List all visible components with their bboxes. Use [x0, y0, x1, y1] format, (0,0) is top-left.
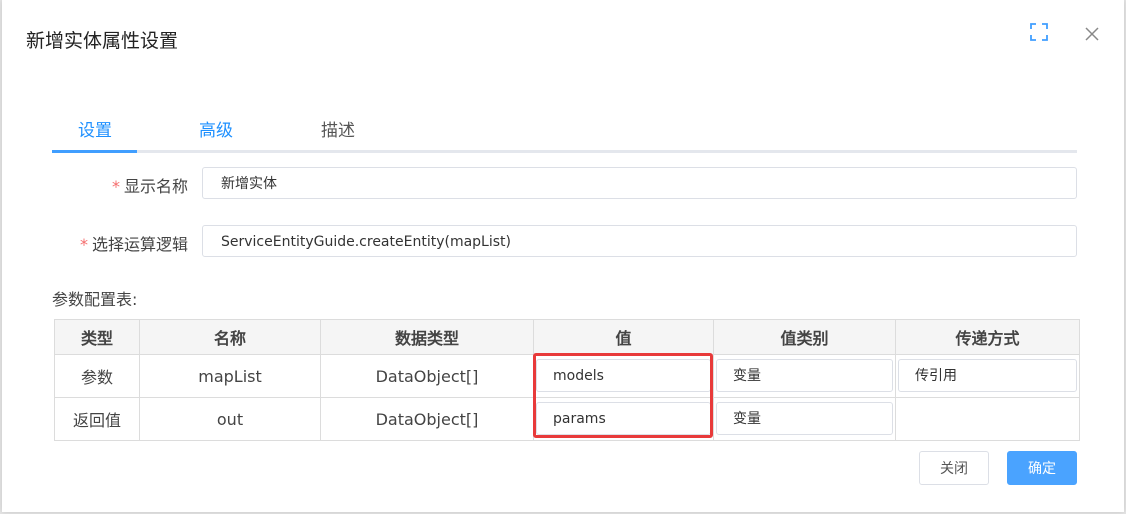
required-mark: * — [79, 235, 88, 254]
pass-mode-cell — [895, 397, 1080, 441]
column-header: 类型 — [54, 319, 140, 355]
dialog: 新增实体属性设置 设置 高级 描述 * 显示名称 新增实体 * 选择运算逻辑 Ser… — [2, 0, 1124, 512]
value-kind-cell: 变量 — [713, 354, 896, 398]
table-header-row: 类型 名称 数据类型 值 值类别 传递方式 — [54, 319, 1080, 355]
fullscreen-icon[interactable] — [1029, 22, 1049, 42]
data-type-cell: DataObject[] — [320, 354, 534, 398]
tab-advanced[interactable]: 高级 — [199, 116, 233, 141]
table-row: 参数 mapList DataObject[] models 变量 传引用 — [54, 354, 1080, 398]
logic-label-text: 选择运算逻辑 — [91, 235, 188, 254]
column-header: 值 — [533, 319, 714, 355]
tab-settings[interactable]: 设置 — [78, 116, 112, 141]
display-name-input[interactable]: 新增实体 — [202, 167, 1077, 199]
logic-input[interactable]: ServiceEntityGuide.createEntity(mapList) — [202, 225, 1077, 257]
type-cell: 返回值 — [54, 397, 140, 441]
table-row: 返回值 out DataObject[] params 变量 — [54, 397, 1080, 441]
value-kind-cell: 变量 — [713, 397, 896, 441]
active-tab-indicator — [52, 150, 137, 153]
column-header: 名称 — [139, 319, 321, 355]
column-header: 数据类型 — [320, 319, 534, 355]
value-cell: models — [533, 354, 714, 398]
value-input[interactable]: params — [536, 402, 711, 435]
name-cell: out — [139, 397, 321, 441]
dialog-title: 新增实体属性设置 — [26, 30, 179, 52]
tab-description[interactable]: 描述 — [321, 116, 355, 141]
params-table: 类型 名称 数据类型 值 值类别 传递方式 参数 mapList DataObj… — [54, 319, 1080, 441]
value-kind-input[interactable]: 变量 — [716, 359, 893, 392]
logic-label: * 选择运算逻辑 — [32, 231, 188, 255]
type-cell: 参数 — [54, 354, 140, 398]
confirm-button[interactable]: 确定 — [1007, 451, 1077, 485]
value-kind-input[interactable]: 变量 — [716, 402, 893, 435]
pass-mode-input[interactable]: 传引用 — [898, 359, 1077, 392]
display-name-label-text: 显示名称 — [123, 177, 188, 196]
pass-mode-cell: 传引用 — [895, 354, 1080, 398]
close-icon[interactable] — [1082, 24, 1102, 44]
column-header: 传递方式 — [895, 319, 1080, 355]
params-table-label: 参数配置表: — [52, 290, 138, 309]
tab-bar: 设置 高级 描述 — [52, 112, 1077, 153]
value-input[interactable]: models — [536, 359, 711, 392]
display-name-label: * 显示名称 — [62, 173, 188, 197]
data-type-cell: DataObject[] — [320, 397, 534, 441]
name-cell: mapList — [139, 354, 321, 398]
required-mark: * — [111, 177, 120, 196]
close-button[interactable]: 关闭 — [919, 451, 989, 485]
column-header: 值类别 — [713, 319, 896, 355]
value-cell: params — [533, 397, 714, 441]
